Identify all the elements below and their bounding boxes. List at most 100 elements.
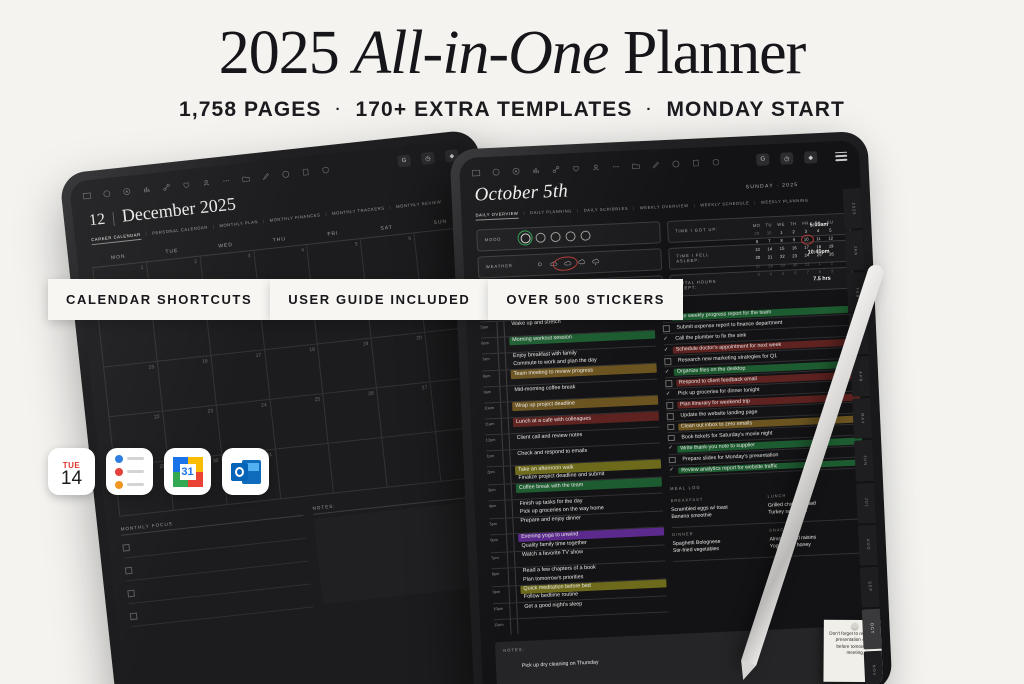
- mini-calendar-day[interactable]: 6: [789, 268, 802, 277]
- mood-face-4[interactable]: [565, 230, 576, 242]
- calendar-day-cell[interactable]: [382, 431, 442, 488]
- calendar-day-cell[interactable]: [329, 437, 388, 493]
- task-check-icon[interactable]: ✓: [669, 467, 674, 474]
- month-tab-may[interactable]: MAY: [852, 398, 875, 440]
- month-tab-label: JAN: [852, 245, 859, 256]
- task-checkbox[interactable]: [667, 434, 675, 442]
- mini-calendar-day[interactable]: 9: [826, 266, 839, 275]
- google-app-button[interactable]: G: [756, 153, 770, 166]
- chart-icon[interactable]: [531, 165, 540, 174]
- calendar-day-cell[interactable]: 16: [157, 355, 217, 411]
- more-icon[interactable]: [221, 175, 231, 185]
- person-icon[interactable]: [201, 178, 211, 188]
- task-check-icon[interactable]: ✓: [666, 391, 671, 397]
- apple-reminders-icon[interactable]: [106, 448, 153, 495]
- apple-calendar-icon[interactable]: TUE 14: [48, 448, 95, 495]
- shield-icon[interactable]: [711, 157, 720, 166]
- calendar-day-cell[interactable]: 20: [371, 332, 431, 388]
- menu-icon[interactable]: [835, 151, 848, 161]
- task-checkbox[interactable]: [666, 401, 674, 409]
- calendar-day-cell[interactable]: 25: [270, 393, 330, 450]
- calendar-day-cell[interactable]: 15: [103, 361, 164, 417]
- month-tab-2025[interactable]: 2025: [842, 188, 865, 230]
- pen-icon[interactable]: [261, 171, 271, 181]
- month-tab-sep[interactable]: SEP: [859, 566, 882, 608]
- task-check-icon[interactable]: ✓: [668, 445, 673, 452]
- month-tab-jul[interactable]: JUL: [856, 482, 878, 524]
- google-calendar-icon[interactable]: 31: [164, 448, 211, 495]
- calendar-day-cell[interactable]: 17: [211, 349, 271, 406]
- mini-calendar-day[interactable]: 3: [752, 270, 765, 279]
- mini-calendar-day[interactable]: 4: [765, 269, 778, 278]
- month-tab-jun[interactable]: JUN: [854, 440, 876, 482]
- target-icon[interactable]: [511, 166, 520, 175]
- heart-icon[interactable]: [181, 180, 191, 190]
- calendar-day-cell[interactable]: [275, 443, 335, 499]
- book-icon[interactable]: [471, 168, 481, 177]
- note-icon[interactable]: [691, 158, 700, 167]
- focus-checkbox[interactable]: [124, 566, 133, 574]
- month-tab-jan[interactable]: JAN: [844, 230, 867, 272]
- chart-icon[interactable]: [142, 184, 152, 194]
- sun-icon[interactable]: [536, 261, 544, 268]
- clock-icon[interactable]: [491, 167, 500, 176]
- weather-icons[interactable]: [536, 254, 600, 273]
- weather-tracker[interactable]: WEATHER: [477, 247, 662, 279]
- task-checkbox[interactable]: [665, 379, 673, 387]
- mini-calendar-day[interactable]: 7: [801, 267, 814, 276]
- more-icon[interactable]: [611, 162, 620, 171]
- folder-icon[interactable]: [631, 161, 640, 170]
- task-check-icon[interactable]: ✓: [665, 369, 670, 376]
- link-icon[interactable]: [551, 164, 560, 173]
- mood-face-2[interactable]: [535, 232, 546, 243]
- rain-icon[interactable]: [578, 259, 586, 266]
- mood-tracker[interactable]: MOOD: [476, 220, 661, 252]
- calendar-day-cell[interactable]: 24: [216, 399, 276, 455]
- mood-face-3[interactable]: [550, 231, 561, 242]
- book-icon[interactable]: [82, 190, 92, 200]
- meal-quadrant[interactable]: BREAKFAST Scrambled eggs w/ toast Banana s…: [670, 489, 769, 529]
- apple-app-button[interactable]: ◆: [803, 151, 818, 164]
- clock-icon[interactable]: [102, 188, 112, 198]
- mini-calendar[interactable]: MO TU WE TH FR SA SU 29 30 1 2 3 4 5 6 7 8 9 10 11 12 13 14 15 1…: [750, 217, 839, 278]
- calendar-day-cell[interactable]: 26: [323, 387, 383, 444]
- folder-icon[interactable]: [241, 173, 251, 183]
- mini-calendar-day[interactable]: 8: [814, 267, 827, 276]
- task-checkbox[interactable]: [668, 456, 676, 464]
- calendar-day-cell[interactable]: 18: [264, 343, 324, 400]
- microsoft-outlook-icon[interactable]: [222, 448, 269, 495]
- task-check-icon[interactable]: ✓: [663, 336, 668, 343]
- meal-quadrant[interactable]: DINNER Spaghetti Bolognese Stir-fried vege…: [671, 523, 771, 563]
- month-tab-aug[interactable]: AUG: [857, 524, 880, 566]
- note-icon[interactable]: [301, 167, 311, 177]
- mood-faces[interactable]: [515, 227, 591, 248]
- mood-face-5[interactable]: [580, 229, 591, 241]
- month-tab-nov[interactable]: NOV: [863, 650, 884, 684]
- task-check-icon[interactable]: ✓: [664, 347, 669, 354]
- link-icon[interactable]: [162, 182, 172, 192]
- schedule-list[interactable]: 5am Wake up and stretch 6am Morning workout…: [480, 313, 669, 636]
- task-checkbox[interactable]: [666, 412, 674, 420]
- meal-quadrant[interactable]: LUNCHGrilled chicken saladTurkey sandwic…: [767, 485, 866, 524]
- shield-icon[interactable]: [321, 165, 331, 175]
- focus-checkbox[interactable]: [129, 611, 138, 620]
- focus-checkbox[interactable]: [127, 589, 135, 597]
- calendar-day-cell[interactable]: 19: [318, 337, 378, 394]
- info-icon[interactable]: [281, 169, 291, 179]
- focus-checkbox[interactable]: [122, 543, 131, 552]
- task-checkbox[interactable]: [667, 423, 675, 431]
- month-tab-oct[interactable]: OCT: [861, 608, 884, 650]
- pen-icon[interactable]: [651, 160, 660, 169]
- heart-icon[interactable]: [571, 163, 580, 172]
- info-icon[interactable]: [671, 159, 680, 168]
- person-icon[interactable]: [591, 162, 600, 171]
- storm-icon[interactable]: [592, 258, 600, 266]
- daily-notes-box[interactable]: NOTES: Pick up dry cleaning on Thursday …: [494, 620, 884, 684]
- task-checkbox[interactable]: [664, 358, 672, 365]
- target-icon[interactable]: [122, 186, 132, 196]
- mini-calendar-day[interactable]: 5: [777, 269, 790, 278]
- calendar-day-cell[interactable]: 27: [377, 381, 437, 438]
- gcal-app-button[interactable]: ◷: [420, 151, 436, 166]
- gcal-app-button[interactable]: ◷: [779, 152, 794, 165]
- google-app-button[interactable]: G: [396, 154, 412, 168]
